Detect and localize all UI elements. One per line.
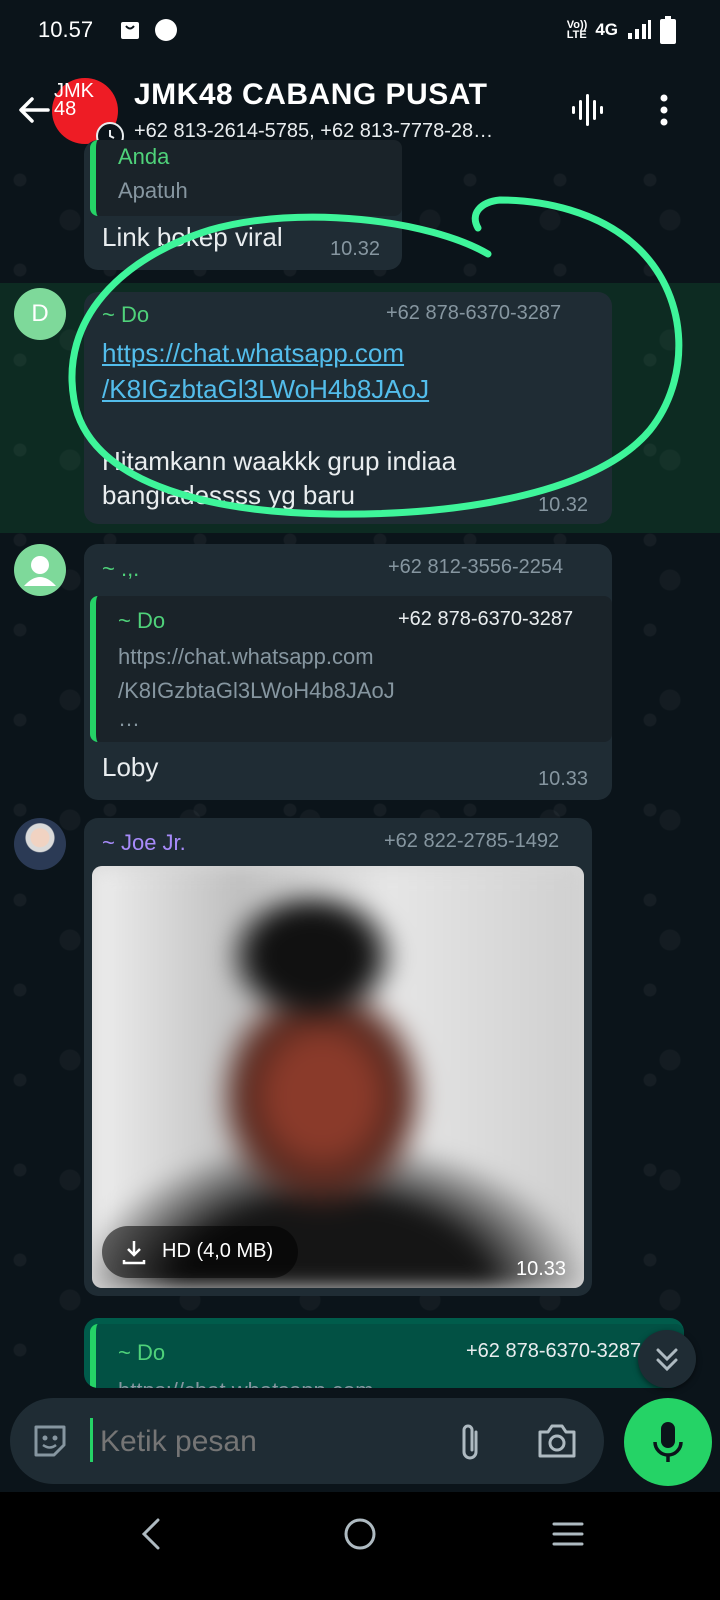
scroll-to-bottom-button[interactable] bbox=[638, 1330, 696, 1388]
outgoing-message-bubble[interactable]: ~ Do +62 878-6370-3287 https://chat.what… bbox=[84, 1318, 684, 1388]
group-title[interactable]: JMK48 CABANG PUSAT bbox=[134, 78, 488, 112]
message-input[interactable] bbox=[98, 1416, 442, 1468]
status-bar: 10.57 Vo)) LTE 4G bbox=[0, 0, 720, 60]
quote-phone: +62 878-6370-3287 bbox=[466, 1340, 642, 1362]
message-time: 10.33 bbox=[538, 768, 589, 790]
camera-icon[interactable] bbox=[536, 1422, 578, 1460]
sender-phone: +62 812-3556-2254 bbox=[388, 556, 564, 578]
quote-line-3: … bbox=[118, 706, 140, 731]
double-chevron-down-icon bbox=[656, 1348, 678, 1372]
quote-line-1: https://chat.whatsapp.com bbox=[118, 1378, 374, 1388]
message-input-bar bbox=[10, 1398, 604, 1484]
blurred-image-thumbnail[interactable]: HD (4,0 MB) 10.33 bbox=[92, 866, 584, 1288]
battery-icon bbox=[660, 16, 676, 44]
blurred-photo-content bbox=[92, 866, 584, 1288]
default-avatar-icon[interactable] bbox=[14, 544, 66, 596]
sticker-icon[interactable] bbox=[30, 1421, 70, 1461]
quote-sender: Anda bbox=[118, 144, 170, 169]
hand-drawn-circle-annotation bbox=[68, 196, 683, 518]
download-size-label: HD (4,0 MB) bbox=[162, 1240, 274, 1262]
nav-recents-icon[interactable] bbox=[550, 1516, 586, 1552]
group-avatar-text: JMK 48 bbox=[54, 80, 94, 120]
volte-icon: Vo)) LTE bbox=[566, 19, 588, 41]
nav-back-icon[interactable] bbox=[136, 1516, 166, 1552]
attachment-icon[interactable] bbox=[452, 1420, 488, 1464]
quote-phone: +62 878-6370-3287 bbox=[398, 608, 574, 630]
download-icon bbox=[122, 1241, 146, 1265]
image-message-bubble[interactable]: ~ Joe Jr. +62 822-2785-1492 HD (4,0 MB) … bbox=[84, 818, 592, 1296]
voice-chat-icon[interactable] bbox=[570, 92, 606, 128]
system-navigation-bar bbox=[0, 1492, 720, 1600]
signal-icon bbox=[628, 20, 651, 39]
nav-home-icon[interactable] bbox=[342, 1516, 378, 1552]
status-time: 10.57 bbox=[38, 17, 94, 42]
quote-sender: ~ Do bbox=[118, 608, 166, 633]
quoted-message[interactable]: ~ Do +62 878-6370-3287 https://chat.what… bbox=[90, 1324, 684, 1388]
quoted-message[interactable]: ~ Do +62 878-6370-3287 https://chat.what… bbox=[90, 596, 612, 742]
back-arrow-icon[interactable] bbox=[14, 90, 54, 130]
text-cursor bbox=[90, 1418, 93, 1462]
message-text: Loby bbox=[102, 752, 159, 782]
message-sender[interactable]: ~ Joe Jr. bbox=[102, 830, 186, 856]
quote-line-2: /K8IGzbtaGl3LWoH4b8JAoJ bbox=[118, 678, 395, 703]
sender-phone: +62 822-2785-1492 bbox=[384, 830, 560, 852]
network-type-label: 4G bbox=[595, 20, 618, 39]
notification-icons bbox=[118, 18, 178, 42]
sender-profile-photo[interactable] bbox=[14, 818, 66, 870]
shopping-bag-icon bbox=[121, 22, 139, 39]
quote-sender: ~ Do bbox=[118, 1340, 166, 1365]
microphone-icon bbox=[653, 1422, 683, 1462]
voice-message-button[interactable] bbox=[624, 1398, 712, 1486]
system-icons: Vo)) LTE 4G bbox=[567, 16, 676, 44]
circle-notification-icon bbox=[155, 19, 177, 41]
message-bubble[interactable]: ~ .,. +62 812-3556-2254 ~ Do +62 878-637… bbox=[84, 544, 612, 800]
message-sender[interactable]: ~ .,. bbox=[102, 556, 139, 582]
message-time: 10.33 bbox=[516, 1258, 567, 1280]
group-avatar[interactable]: JMK 48 bbox=[52, 78, 124, 150]
download-pill[interactable]: HD (4,0 MB) bbox=[102, 1226, 298, 1278]
quote-line-1: https://chat.whatsapp.com bbox=[118, 644, 374, 669]
more-options-icon[interactable] bbox=[652, 90, 676, 130]
